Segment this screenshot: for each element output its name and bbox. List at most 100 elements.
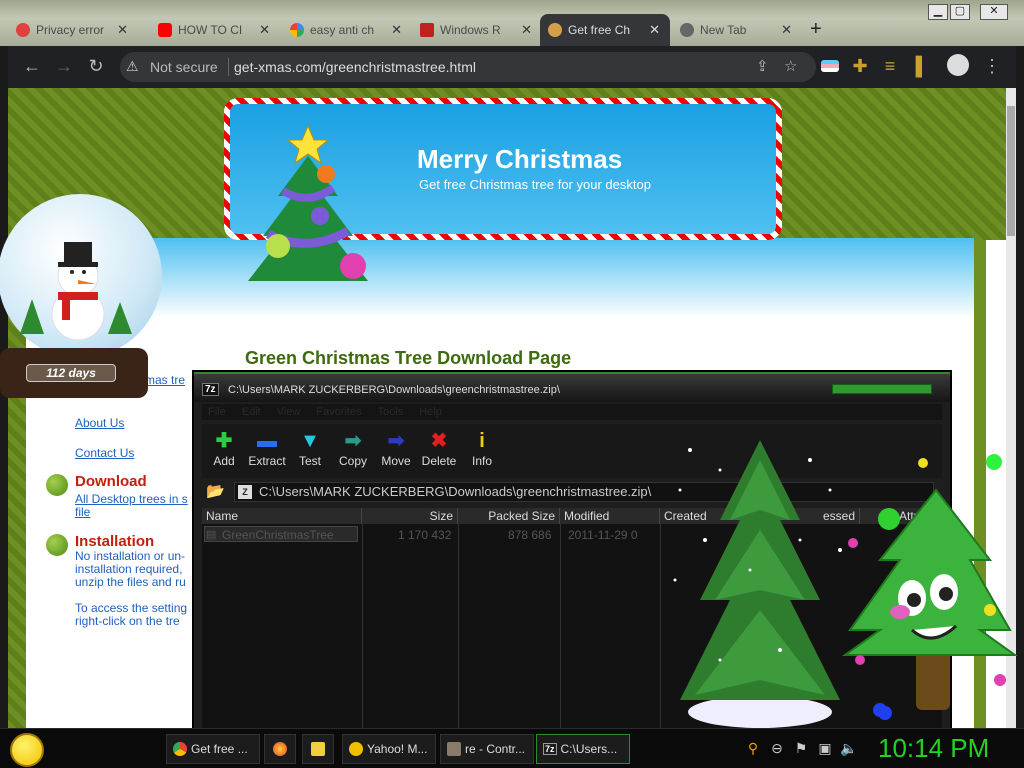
- close-window-icon[interactable]: ✕: [980, 4, 1008, 20]
- taskbar-item-7zip[interactable]: 7z C:\Users...: [536, 734, 630, 764]
- download-text-line[interactable]: All Desktop trees in s: [75, 493, 188, 506]
- side-panel-icon[interactable]: ▌: [910, 54, 934, 78]
- column-size[interactable]: Size: [362, 508, 458, 524]
- sparkling-tree-widget[interactable]: [660, 430, 860, 730]
- reading-list-icon[interactable]: ≡: [878, 54, 902, 78]
- glow-dot-icon: [918, 458, 928, 468]
- move-button[interactable]: ➡ Move: [374, 428, 418, 468]
- tree-icon: [548, 23, 562, 37]
- menu-tools[interactable]: Tools: [378, 404, 404, 420]
- installation-heading: Installation: [75, 533, 155, 550]
- firefox-icon: [273, 742, 287, 756]
- arrow-right-icon: ➡: [387, 430, 405, 452]
- ornament-bullet-icon: [46, 534, 68, 556]
- 7zip-icon: 7z: [543, 743, 557, 755]
- minimize-icon[interactable]: ▁: [928, 4, 948, 20]
- close-tab-icon[interactable]: ✕: [781, 22, 792, 38]
- snow-globe-widget[interactable]: [0, 194, 162, 358]
- browser-toolbar: ← → ↻ ⚠ Not secure get-xmas.com/greenchr…: [8, 46, 1016, 88]
- minus-icon: ▬: [257, 430, 277, 452]
- forward-icon[interactable]: →: [52, 54, 76, 78]
- back-icon[interactable]: ←: [20, 54, 44, 78]
- tab-get-free-christmas[interactable]: Get free Ch ✕: [540, 14, 670, 46]
- tab-youtube[interactable]: HOW TO CI ✕: [150, 14, 280, 46]
- menu-help[interactable]: Help: [419, 404, 442, 420]
- star-icon[interactable]: ☆: [784, 57, 797, 75]
- maximize-icon[interactable]: ▢: [950, 4, 970, 20]
- screen: Privacy error ✕ HOW TO CI ✕ easy anti ch…: [0, 0, 1024, 768]
- glow-dot-icon: [848, 538, 858, 548]
- extract-button[interactable]: ▬ Extract: [245, 428, 289, 468]
- taskbar-item-control-panel[interactable]: re - Contr...: [440, 734, 534, 764]
- glow-dot-icon: [878, 706, 892, 720]
- taskbar-item-folder[interactable]: [302, 734, 334, 764]
- arrow-right-icon: ➡: [344, 430, 362, 452]
- chrome-icon: [173, 742, 187, 756]
- new-tab-button[interactable]: +: [810, 18, 822, 41]
- download-text-line[interactable]: file: [75, 506, 90, 519]
- folder-icon: [311, 742, 325, 756]
- cartoon-tree-widget[interactable]: [840, 480, 1020, 720]
- info-icon: i: [479, 430, 485, 452]
- minus-circle-icon[interactable]: ⊖: [768, 739, 786, 757]
- search-icon[interactable]: ⚲: [744, 739, 762, 757]
- menu-file[interactable]: File: [208, 404, 226, 420]
- close-tab-icon[interactable]: ✕: [649, 22, 660, 38]
- up-folder-icon[interactable]: 📂: [206, 482, 225, 500]
- network-icon[interactable]: ▣: [816, 739, 834, 757]
- menu-kebab-icon[interactable]: ⋮: [980, 54, 1004, 78]
- zip-file-icon: Z: [238, 485, 252, 499]
- close-tab-icon[interactable]: ✕: [391, 22, 402, 38]
- about-us-link[interactable]: About Us: [75, 416, 124, 430]
- menu-edit[interactable]: Edit: [242, 404, 261, 420]
- tab-windows[interactable]: Windows R ✕: [412, 14, 542, 46]
- volume-icon[interactable]: 🔈: [840, 739, 858, 757]
- copy-button[interactable]: ➡ Copy: [331, 428, 375, 468]
- divider: [458, 524, 459, 730]
- tab-privacy-error[interactable]: Privacy error ✕: [8, 14, 138, 46]
- tab-google-search[interactable]: easy anti ch ✕: [282, 14, 412, 46]
- warning-icon: [16, 23, 30, 37]
- taskbar-item-chrome[interactable]: Get free ...: [166, 734, 260, 764]
- contact-us-link[interactable]: Contact Us: [75, 446, 134, 460]
- extension-flag-icon[interactable]: [818, 54, 842, 78]
- yahoo-messenger-icon: [349, 742, 363, 756]
- profile-avatar-icon[interactable]: [946, 54, 970, 78]
- close-tab-icon[interactable]: ✕: [259, 22, 270, 38]
- row-name[interactable]: GreenChristmasTree: [222, 528, 334, 542]
- scrollbar-thumb[interactable]: [1007, 106, 1015, 236]
- column-modified[interactable]: Modified: [560, 508, 660, 524]
- taskbar-item-firefox[interactable]: [264, 734, 296, 764]
- chrome-icon: [680, 23, 694, 37]
- sky-band: [26, 238, 974, 318]
- sevenzip-title: C:\Users\MARK ZUCKERBERG\Downloads\green…: [228, 384, 560, 396]
- start-button-smiley-icon[interactable]: [10, 733, 44, 767]
- menu-view[interactable]: View: [277, 404, 301, 420]
- extensions-icon[interactable]: ✚: [848, 54, 872, 78]
- window-controls[interactable]: [832, 384, 932, 394]
- divider: [362, 524, 363, 730]
- taskbar-clock[interactable]: 10:14 PM: [878, 733, 989, 764]
- close-tab-icon[interactable]: ✕: [521, 22, 532, 38]
- warning-icon: ⚠: [126, 58, 139, 74]
- sevenzip-title-bar[interactable]: 7z C:\Users\MARK ZUCKERBERG\Downloads\gr…: [194, 372, 950, 402]
- tab-new-tab[interactable]: New Tab ✕: [672, 14, 802, 46]
- address-bar[interactable]: ⚠ Not secure get-xmas.com/greenchristmas…: [120, 52, 816, 82]
- menu-favorites[interactable]: Favorites: [316, 404, 361, 420]
- delete-button[interactable]: ✖ Delete: [417, 428, 461, 468]
- download-heading: Download: [75, 473, 147, 490]
- test-button[interactable]: ▼ Test: [288, 428, 332, 468]
- 7zip-icon: 7z: [202, 383, 219, 396]
- close-tab-icon[interactable]: ✕: [117, 22, 128, 38]
- banner-tree-icon: [248, 124, 368, 281]
- taskbar-item-yahoo-messenger[interactable]: Yahoo! M...: [342, 734, 436, 764]
- checkmark-icon: ▼: [300, 430, 320, 452]
- column-packed-size[interactable]: Packed Size: [458, 508, 560, 524]
- column-name[interactable]: Name: [202, 508, 362, 524]
- reload-icon[interactable]: ↻: [84, 54, 108, 78]
- info-button[interactable]: i Info: [460, 428, 504, 468]
- sidebar-partial-link[interactable]: mas tre: [145, 373, 185, 387]
- flag-icon[interactable]: ⚑: [792, 739, 810, 757]
- share-icon[interactable]: ⇪: [756, 57, 769, 75]
- add-button[interactable]: ✚ Add: [202, 428, 246, 468]
